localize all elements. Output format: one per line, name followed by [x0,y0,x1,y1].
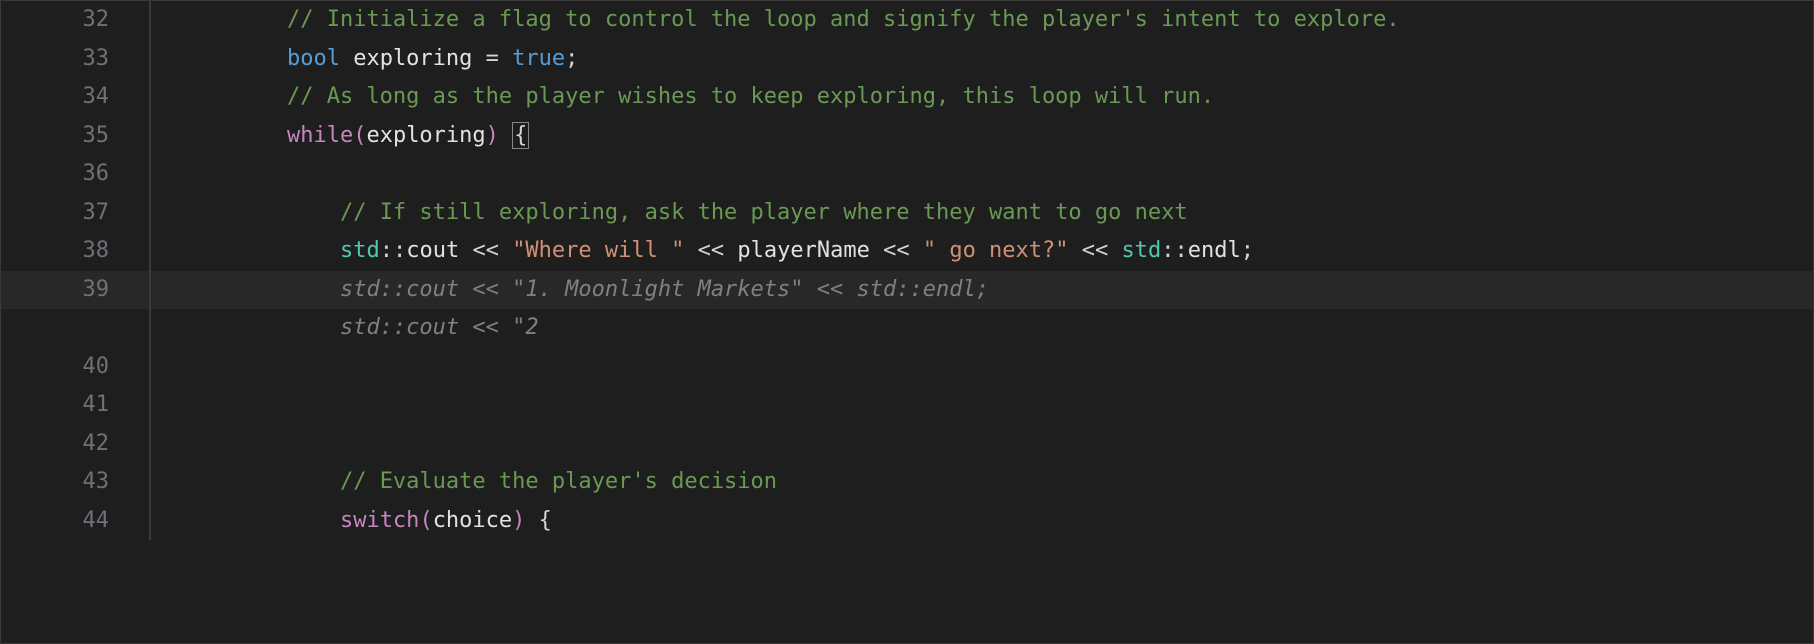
line-number: 43 [1,463,149,502]
token-keyword-control: switch [340,508,419,533]
code-line[interactable]: 34 // As long as the player wishes to ke… [1,78,1813,117]
token-operator: << [883,238,910,263]
token-punctuation: ; [565,46,578,71]
token-identifier: cout [406,238,459,263]
code-line[interactable]: 44 switch(choice) { [1,502,1813,541]
token-plain [525,508,538,533]
token-operator: << [472,238,499,263]
code-line[interactable]: 38 std::cout << "Where will " << playerN… [1,232,1813,271]
code-content[interactable] [151,386,1813,425]
line-number: 39 [1,271,149,310]
code-line[interactable]: 35 while(exploring) { [1,117,1813,156]
token-identifier: playerName [737,238,869,263]
token-identifier: endl [1188,238,1241,263]
token-keyword-control: while [287,123,353,148]
token-namespace: std [1122,238,1162,263]
token-plain [724,238,737,263]
token-plain [472,46,485,71]
code-content[interactable]: std::cout << "2 [151,309,1813,348]
token-plain [340,46,353,71]
line-number: 42 [1,425,149,464]
code-content[interactable] [151,155,1813,194]
code-line[interactable]: 42 [1,425,1813,464]
token-comment: // Initialize a flag to control the loop… [287,7,1400,32]
token-identifier: choice [433,508,512,533]
code-content[interactable] [151,348,1813,387]
token-double-colon: :: [1161,238,1188,263]
code-content[interactable]: while(exploring) { [151,117,1813,156]
line-number: 34 [1,78,149,117]
line-number: 38 [1,232,149,271]
token-operator: = [486,46,499,71]
code-line[interactable]: 33 bool exploring = true; [1,40,1813,79]
token-comment: // As long as the player wishes to keep … [287,84,1214,109]
code-content[interactable]: // Evaluate the player's decision [151,463,1813,502]
token-operator: << [1082,238,1109,263]
line-number: 37 [1,194,149,233]
token-plain [499,46,512,71]
code-line[interactable]: 40 [1,348,1813,387]
code-content[interactable]: switch(choice) { [151,502,1813,541]
token-plain [499,238,512,263]
token-paren-highlight: ( [353,123,366,148]
code-content[interactable]: // Initialize a flag to control the loop… [151,1,1813,40]
token-plain [1108,238,1121,263]
token-string: "Where will " [512,238,684,263]
token-punctuation: { [539,508,552,533]
token-keyword-type: bool [287,46,340,71]
line-number: 32 [1,1,149,40]
token-comment: // If still exploring, ask the player wh… [340,200,1188,225]
token-plain [910,238,923,263]
code-line[interactable]: 43 // Evaluate the player's decision [1,463,1813,502]
token-operator: << [698,238,725,263]
token-paren-highlight: ( [419,508,432,533]
code-line[interactable]: 41 [1,386,1813,425]
token-ghost-text: std::cout << "1. Moonlight Markets" << s… [340,277,989,302]
code-line[interactable]: 37 // If still exploring, ask the player… [1,194,1813,233]
line-number: 36 [1,155,149,194]
code-line[interactable]: 36 [1,155,1813,194]
line-number: 40 [1,348,149,387]
code-content[interactable]: // If still exploring, ask the player wh… [151,194,1813,233]
code-line[interactable]: 39 std::cout << "1. Moonlight Markets" <… [1,271,1813,310]
line-number: 33 [1,40,149,79]
token-brace-match: { [512,122,529,149]
code-content[interactable] [151,425,1813,464]
token-plain [499,123,512,148]
token-paren-highlight: ) [512,508,525,533]
token-plain [870,238,883,263]
code-content[interactable]: // As long as the player wishes to keep … [151,78,1813,117]
token-identifier: exploring [366,123,485,148]
line-number: 35 [1,117,149,156]
code-content[interactable]: std::cout << "Where will " << playerName… [151,232,1813,271]
code-content[interactable]: bool exploring = true; [151,40,1813,79]
code-line[interactable]: std::cout << "2 [1,309,1813,348]
code-content[interactable]: std::cout << "1. Moonlight Markets" << s… [151,271,1813,310]
token-keyword-value: true [512,46,565,71]
token-paren-highlight: ) [486,123,499,148]
token-namespace: std [340,238,380,263]
token-ghost-text: std::cout << "2 [340,315,539,340]
token-plain [684,238,697,263]
line-number: 41 [1,386,149,425]
code-line[interactable]: 32 // Initialize a flag to control the l… [1,1,1813,40]
token-punctuation: ; [1241,238,1254,263]
token-double-colon: :: [380,238,407,263]
token-plain [459,238,472,263]
token-string: " go next?" [923,238,1069,263]
token-plain [1069,238,1082,263]
line-number [1,309,149,348]
code-editor[interactable]: 32 // Initialize a flag to control the l… [1,1,1813,643]
token-identifier: exploring [353,46,472,71]
line-number: 44 [1,502,149,541]
token-comment: // Evaluate the player's decision [340,469,777,494]
